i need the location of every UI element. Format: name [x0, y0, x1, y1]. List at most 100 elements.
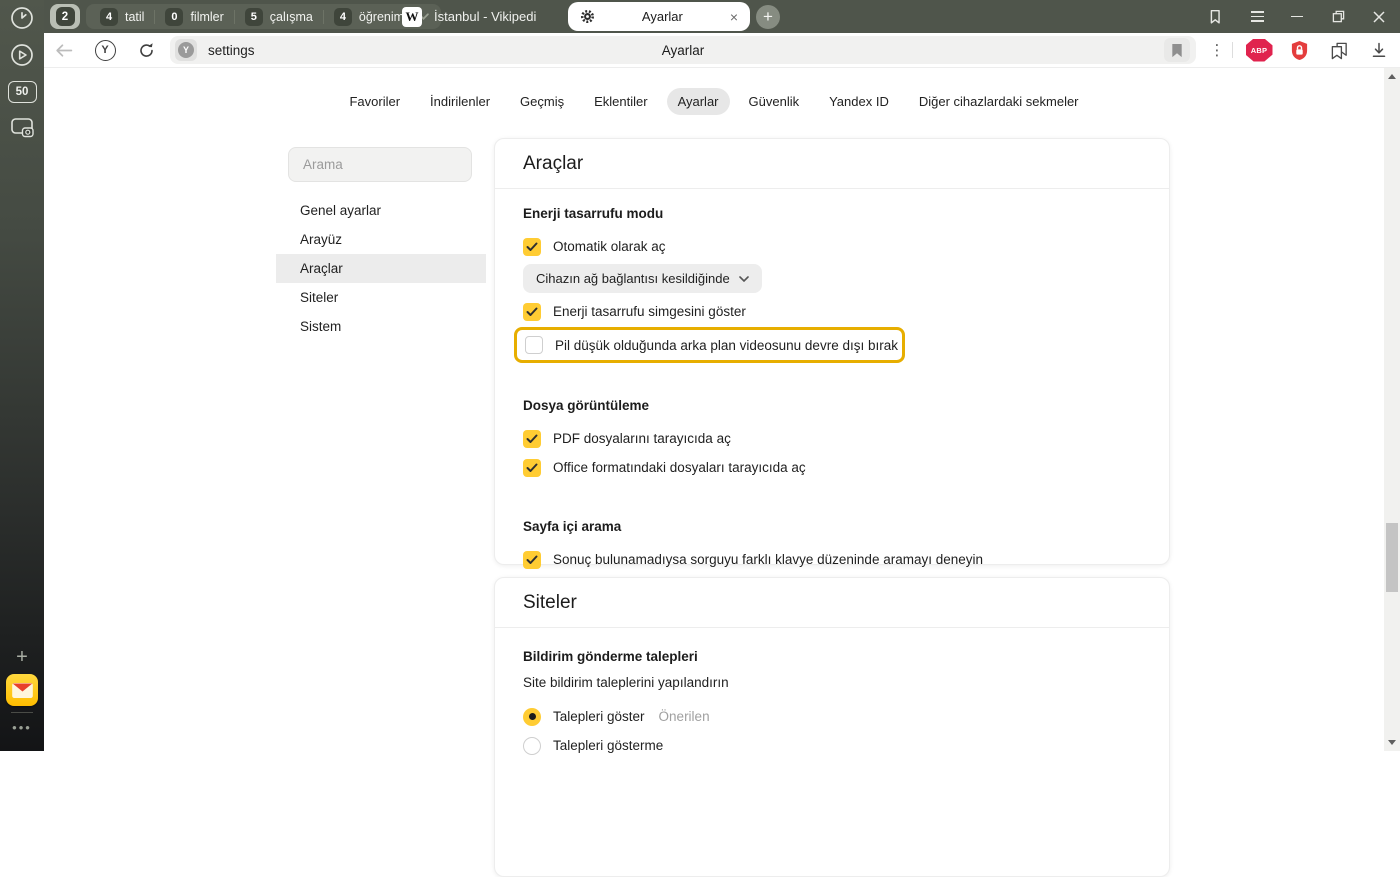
- left-rail: 50 + •••: [0, 0, 44, 751]
- checkbox-unchecked[interactable]: [525, 336, 543, 354]
- section-title-notifications: Bildirim gönderme talepleri: [523, 649, 1141, 664]
- radio-unselected[interactable]: [523, 737, 541, 755]
- sidebar-item-araclar[interactable]: Araçlar: [276, 254, 486, 283]
- history-icon[interactable]: [0, 5, 44, 31]
- chevron-down-icon: [739, 276, 749, 282]
- tab-eklentiler[interactable]: Eklentiler: [583, 88, 658, 115]
- tab-ayarlar[interactable]: Ayarlar: [667, 88, 730, 115]
- tab-istanbul-vikipedi[interactable]: W İstanbul - Vikipedi: [392, 0, 536, 33]
- toolbar: Y Y settings Ayarlar ⋮ ABP: [44, 33, 1400, 68]
- tab-group-calisma[interactable]: 5 çalışma: [235, 8, 323, 26]
- hamburger-lines: [1251, 11, 1264, 22]
- mail-app-tile: [6, 674, 38, 706]
- checkbox-label: Enerji tasarrufu simgesini göster: [553, 304, 746, 319]
- close-tab-icon[interactable]: ×: [730, 10, 738, 24]
- checkbox-row-office: Office formatındaki dosyaları tarayıcıda…: [523, 453, 1141, 482]
- notifications-subtitle: Site bildirim taleplerini yapılandırın: [523, 675, 1141, 690]
- radio-row-hide: Talepleri gösterme: [523, 731, 1141, 760]
- tab-title: Ayarlar: [595, 9, 730, 24]
- tab-gecmis[interactable]: Geçmiş: [509, 88, 575, 115]
- side-panel-icon[interactable]: [1200, 0, 1230, 33]
- tools-card: Araçlar Enerji tasarrufu modu Otomatik o…: [494, 138, 1170, 565]
- window-restore-button[interactable]: [1323, 0, 1353, 33]
- radio-row-show: Talepleri göster Önerilen: [523, 702, 1141, 731]
- tab-indirilenler[interactable]: İndirilenler: [419, 88, 501, 115]
- section-title-files: Dosya görüntüleme: [523, 398, 1141, 413]
- active-group-count: 2: [56, 7, 75, 26]
- video-player-icon[interactable]: [0, 42, 44, 68]
- card-title: Araçlar: [495, 139, 1169, 189]
- checkbox-label: Office formatındaki dosyaları tarayıcıda…: [553, 460, 806, 475]
- checkbox-label: Sonuç bulunamadıysa sorguyu farklı klavy…: [553, 552, 983, 567]
- group-count: 4: [100, 8, 118, 26]
- window-minimize-button[interactable]: [1282, 0, 1312, 33]
- active-tab-group[interactable]: 2: [50, 4, 80, 29]
- page-scrollbar[interactable]: [1384, 68, 1400, 751]
- menu-hamburger-icon[interactable]: [1242, 0, 1272, 33]
- protect-shield-icon[interactable]: [1282, 33, 1316, 67]
- adblock-plus-icon[interactable]: ABP: [1242, 33, 1276, 67]
- tab-ayarlar-active[interactable]: Ayarlar ×: [568, 2, 750, 31]
- page-favicon: Y: [175, 39, 197, 61]
- browser-window: 50 + ••• 2 4 tatil 0: [0, 0, 1400, 751]
- rail-more-button[interactable]: •••: [0, 720, 44, 735]
- collections-tags-icon[interactable]: [1322, 33, 1356, 67]
- checkbox-checked[interactable]: [523, 459, 541, 477]
- scroll-down-arrow[interactable]: [1388, 740, 1396, 745]
- kebab-glyph: ⋮: [1210, 41, 1225, 59]
- settings-page: Favoriler İndirilenler Geçmiş Eklentiler…: [44, 68, 1384, 751]
- sidebar-item-siteler[interactable]: Siteler: [276, 283, 486, 312]
- sidebar-item-arayuz[interactable]: Arayüz: [276, 225, 486, 254]
- window-close-button[interactable]: [1364, 0, 1394, 33]
- checkbox-label: Pil düşük olduğunda arka plan videosunu …: [555, 338, 898, 353]
- yandex-home-icon[interactable]: Y: [88, 33, 122, 67]
- dropdown-value: Cihazın ağ bağlantısı kesildiğinde: [536, 271, 730, 286]
- add-panel-icon[interactable]: +: [0, 648, 44, 666]
- checkbox-label: Otomatik olarak aç: [553, 239, 666, 254]
- checkbox-label: PDF dosyalarını tarayıcıda aç: [553, 431, 731, 446]
- new-tab-button[interactable]: +: [756, 5, 780, 29]
- sidebar-item-genel-ayarlar[interactable]: Genel ayarlar: [276, 196, 486, 225]
- checkbox-row-auto-on: Otomatik olarak aç: [523, 232, 1141, 261]
- screenshot-icon[interactable]: [0, 115, 44, 140]
- tab-yandex-id[interactable]: Yandex ID: [818, 88, 900, 115]
- refresh-icon[interactable]: [129, 33, 163, 67]
- kebab-menu-icon[interactable]: ⋮: [1200, 33, 1234, 67]
- tab-diger-cihazlar[interactable]: Diğer cihazlardaki sekmeler: [908, 88, 1090, 115]
- yandex-mail-icon[interactable]: [0, 674, 44, 706]
- group-count: 5: [245, 8, 263, 26]
- settings-top-nav: Favoriler İndirilenler Geçmiş Eklentiler…: [44, 88, 1384, 115]
- tableau-count: 50: [8, 81, 37, 103]
- checkbox-checked[interactable]: [523, 303, 541, 321]
- energy-condition-dropdown[interactable]: Cihazın ağ bağlantısı kesildiğinde: [523, 264, 762, 293]
- gear-icon: [580, 9, 595, 24]
- group-count: 0: [165, 8, 183, 26]
- wikipedia-favicon: W: [402, 7, 422, 27]
- checkbox-checked[interactable]: [523, 238, 541, 256]
- back-icon[interactable]: [46, 33, 80, 67]
- sidebar-item-sistem[interactable]: Sistem: [276, 312, 486, 341]
- downloads-icon[interactable]: [1362, 33, 1396, 67]
- address-bar[interactable]: Y settings Ayarlar: [170, 36, 1196, 64]
- radio-label: Talepleri göster: [553, 709, 645, 724]
- checkbox-checked[interactable]: [523, 430, 541, 448]
- radio-selected[interactable]: [523, 708, 541, 726]
- card-title: Siteler: [495, 578, 1169, 628]
- scroll-up-arrow[interactable]: [1388, 74, 1396, 79]
- tab-groups: 4 tatil 0 filmler 5 çalışma 4 öğrenim: [86, 4, 441, 29]
- group-label: filmler: [190, 10, 223, 24]
- group-count: 4: [334, 8, 352, 26]
- scrollbar-thumb[interactable]: [1386, 523, 1398, 592]
- toolbar-divider: [1232, 42, 1233, 58]
- tab-group-tatil[interactable]: 4 tatil: [90, 8, 154, 26]
- checkbox-checked[interactable]: [523, 551, 541, 569]
- tab-guvenlik[interactable]: Güvenlik: [738, 88, 811, 115]
- settings-search-input[interactable]: [288, 147, 472, 182]
- tab-group-filmler[interactable]: 0 filmler: [155, 8, 233, 26]
- group-label: tatil: [125, 10, 144, 24]
- tableau-50-icon[interactable]: 50: [0, 81, 44, 103]
- bookmark-icon[interactable]: [1164, 38, 1190, 62]
- group-label: çalışma: [270, 10, 313, 24]
- tab-favoriler[interactable]: Favoriler: [338, 88, 411, 115]
- plus-glyph: +: [16, 648, 28, 666]
